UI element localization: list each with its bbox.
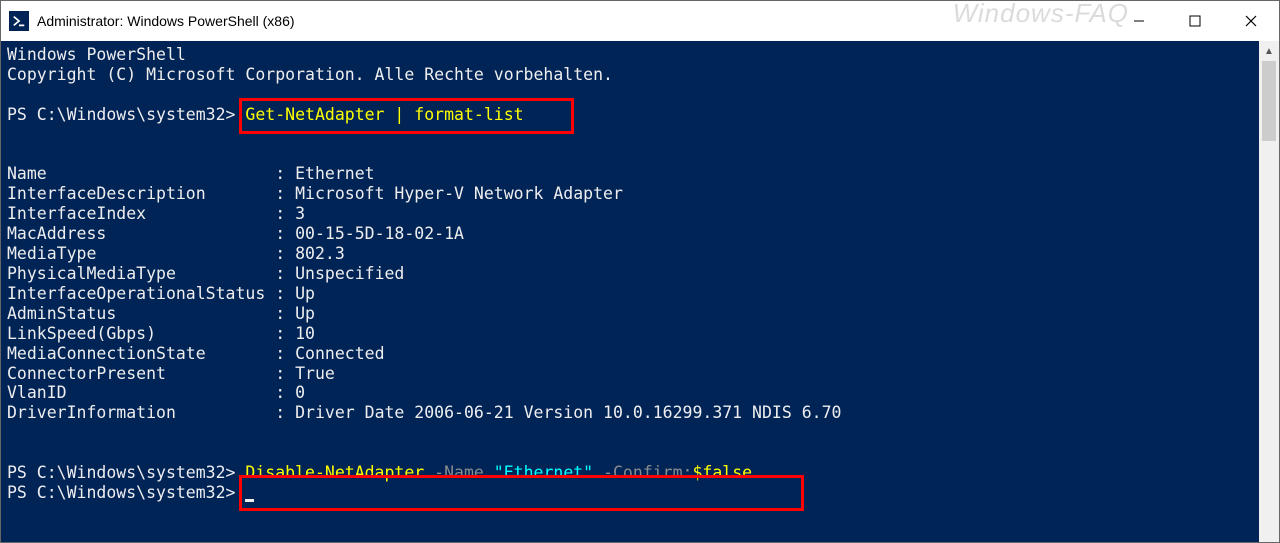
maximize-button[interactable] <box>1167 1 1223 41</box>
prop-val: 10 <box>295 324 315 343</box>
minimize-icon <box>1133 15 1145 27</box>
command-1: Get-NetAdapter | format-list <box>245 105 523 124</box>
prop-val: 00-15-5D-18-02-1A <box>295 224 464 243</box>
prop-val: Microsoft Hyper-V Network Adapter <box>295 184 623 203</box>
command-2-verb: Disable-NetAdapter <box>245 463 424 482</box>
minimize-button[interactable] <box>1111 1 1167 41</box>
command-2-value: $false <box>692 463 752 482</box>
cursor <box>245 485 254 502</box>
window-title: Administrator: Windows PowerShell (x86) <box>37 13 295 29</box>
powershell-icon <box>9 11 29 31</box>
prop-key: InterfaceDescription <box>7 184 275 203</box>
console-line: Copyright (C) Microsoft Corporation. All… <box>7 65 613 84</box>
prop-key: Name <box>7 164 275 183</box>
prop-key: VlanID <box>7 383 275 402</box>
watermark-text: Windows-FAQ <box>953 0 1129 29</box>
scroll-up-icon[interactable]: ▲ <box>1259 41 1279 61</box>
prop-val: Up <box>295 304 315 323</box>
prop-val: True <box>295 364 335 383</box>
close-icon <box>1244 14 1258 28</box>
prop-key: AdminStatus <box>7 304 275 323</box>
console-line: Windows PowerShell <box>7 45 186 64</box>
prop-val: 802.3 <box>295 244 345 263</box>
prompt: PS C:\Windows\system32> <box>7 105 235 124</box>
command-2-value: "Ethernet" <box>494 463 593 482</box>
prop-val: 0 <box>295 383 305 402</box>
prop-val: Ethernet <box>295 164 374 183</box>
prop-key: MediaType <box>7 244 275 263</box>
prop-key: MediaConnectionState <box>7 344 275 363</box>
scroll-thumb[interactable] <box>1262 61 1276 141</box>
console-area: Windows PowerShell Copyright (C) Microso… <box>1 41 1279 542</box>
prop-val: Unspecified <box>295 264 404 283</box>
command-2-param: -Confirm: <box>593 463 692 482</box>
titlebar[interactable]: Administrator: Windows PowerShell (x86) … <box>1 1 1279 41</box>
prop-key: ConnectorPresent <box>7 364 275 383</box>
prop-key: PhysicalMediaType <box>7 264 275 283</box>
prop-key: LinkSpeed(Gbps) <box>7 324 275 343</box>
powershell-window: Administrator: Windows PowerShell (x86) … <box>0 0 1280 543</box>
prop-key: InterfaceOperationalStatus <box>7 284 275 303</box>
prop-key: MacAddress <box>7 224 275 243</box>
prop-key: DriverInformation <box>7 403 275 422</box>
prop-val: Up <box>295 284 315 303</box>
prop-val: 3 <box>295 204 305 223</box>
close-button[interactable] <box>1223 1 1279 41</box>
scrollbar[interactable]: ▲ <box>1259 41 1279 542</box>
prop-key: InterfaceIndex <box>7 204 275 223</box>
prop-val: Driver Date 2006-06-21 Version 10.0.1629… <box>295 403 841 422</box>
prop-val: Connected <box>295 344 384 363</box>
window-controls <box>1111 1 1279 41</box>
maximize-icon <box>1189 15 1201 27</box>
prompt: PS C:\Windows\system32> <box>7 463 235 482</box>
prompt: PS C:\Windows\system32> <box>7 483 235 502</box>
console-output[interactable]: Windows PowerShell Copyright (C) Microso… <box>1 41 1259 542</box>
command-2-param: -Name <box>424 463 494 482</box>
